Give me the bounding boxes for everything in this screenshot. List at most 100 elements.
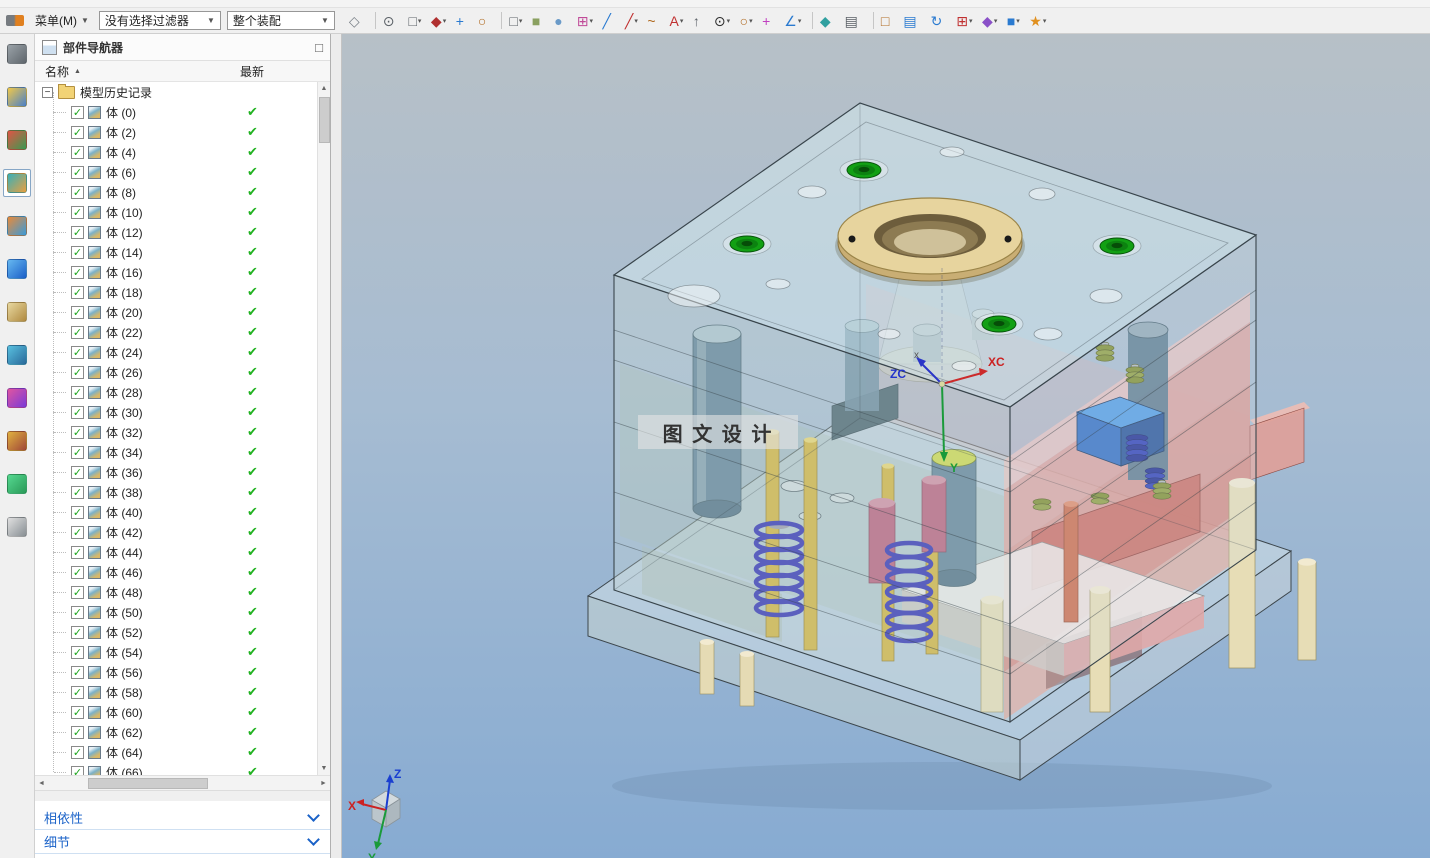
process-studio-icon[interactable] [3,341,31,369]
float-panel-button[interactable]: □ [315,41,323,54]
tree-row[interactable]: ✓ 体 (34) ✔ [35,442,317,462]
checkbox-checked-icon[interactable]: ✓ [71,286,84,299]
selection-filter-dropdown[interactable]: 没有选择过滤器 ▼ [99,11,221,30]
tree-row[interactable]: ✓ 体 (36) ✔ [35,462,317,482]
checkbox-checked-icon[interactable]: ✓ [71,206,84,219]
tree-row[interactable]: ✓ 体 (28) ✔ [35,382,317,402]
tree-row[interactable]: ✓ 体 (6) ✔ [35,162,317,182]
snap-enable-icon[interactable]: ⊙ [380,10,406,32]
tree-row[interactable]: ✓ 体 (20) ✔ [35,302,317,322]
line-icon[interactable]: ╱ [599,10,621,32]
checkbox-checked-icon[interactable]: ✓ [71,126,84,139]
checkbox-checked-icon[interactable]: ✓ [71,426,84,439]
assembly-navigator-icon[interactable] [3,83,31,111]
history-icon[interactable] [3,298,31,326]
checkbox-checked-icon[interactable]: ✓ [71,566,84,579]
vertical-scrollbar[interactable]: ▲ ▼ [317,82,330,775]
tree-row[interactable]: ✓ 体 (46) ✔ [35,562,317,582]
tree-row[interactable]: ✓ 体 (64) ✔ [35,742,317,762]
checkbox-checked-icon[interactable]: ✓ [71,686,84,699]
checkbox-checked-icon[interactable]: ✓ [71,466,84,479]
tree-row[interactable]: ✓ 体 (60) ✔ [35,702,317,722]
tree-row[interactable]: ✓ 体 (12) ✔ [35,222,317,242]
checkbox-checked-icon[interactable]: ✓ [71,366,84,379]
rect-select-icon[interactable]: □ ▾ [506,10,528,32]
constraint-navigator-icon[interactable] [3,126,31,154]
checkbox-checked-icon[interactable]: ✓ [71,326,84,339]
tree-row[interactable]: ✓ 体 (62) ✔ [35,722,317,742]
manufacturing-wizard-icon[interactable] [3,384,31,412]
tree-root-model-history[interactable]: − 模型历史记录 [35,82,317,102]
graphics-viewport[interactable]: ZC XC Y x Z X [342,34,1430,858]
collapse-expander-icon[interactable]: − [42,87,53,98]
curve-icon[interactable]: ~ [644,10,666,32]
scroll-left-button[interactable]: ◄ [35,777,48,790]
pattern-grid-icon[interactable]: ⊞ ▾ [574,10,600,32]
target-point-icon[interactable]: ⊙ ▾ [711,10,737,32]
checkbox-checked-icon[interactable]: ✓ [71,386,84,399]
mold-3d-model[interactable]: ZC XC Y x Z X [342,34,1430,858]
checkbox-checked-icon[interactable]: ✓ [71,646,84,659]
checkbox-checked-icon[interactable]: ✓ [71,526,84,539]
checkbox-checked-icon[interactable]: ✓ [71,606,84,619]
tree-row[interactable]: ✓ 体 (24) ✔ [35,342,317,362]
tree-row[interactable]: ✓ 体 (16) ✔ [35,262,317,282]
tree-row[interactable]: ✓ 体 (66) ✔ [35,762,317,775]
tree-row[interactable]: ✓ 体 (8) ✔ [35,182,317,202]
tree-row[interactable]: ✓ 体 (18) ✔ [35,282,317,302]
checkbox-checked-icon[interactable]: ✓ [71,586,84,599]
checkbox-checked-icon[interactable]: ✓ [71,146,84,159]
selection-scope-dropdown[interactable]: 整个装配 ▼ [227,11,335,30]
checkbox-checked-icon[interactable]: ✓ [71,446,84,459]
tree-row[interactable]: ✓ 体 (56) ✔ [35,662,317,682]
sketch-pencil-icon[interactable]: ╱ ▾ [622,10,644,32]
tree-row[interactable]: ✓ 体 (58) ✔ [35,682,317,702]
package-icon[interactable]: ■ ▾ [1004,10,1026,32]
tree-row[interactable]: ✓ 体 (4) ✔ [35,142,317,162]
plus-tool-icon[interactable]: + [759,10,781,32]
roles-icon[interactable] [3,427,31,455]
checkbox-checked-icon[interactable]: ✓ [71,186,84,199]
extrude-icon[interactable]: ■ [529,10,551,32]
tree-row[interactable]: ✓ 体 (48) ✔ [35,582,317,602]
sort-ascending-icon[interactable]: ▲ [74,68,81,75]
scroll-right-button[interactable]: ► [317,777,330,790]
menu-button[interactable]: 菜单(M) ▼ [28,10,96,31]
snap-endpoint-icon[interactable]: □ ▾ [405,10,427,32]
wizard-spark-icon[interactable]: ★ ▾ [1026,10,1053,32]
refresh-icon[interactable]: ↻ [928,10,954,32]
horizontal-scroll-track[interactable] [48,776,317,790]
tree-row[interactable]: ✓ 体 (14) ✔ [35,242,317,262]
part-navigator-icon[interactable] [3,169,31,197]
checkbox-checked-icon[interactable]: ✓ [71,166,84,179]
settings-gear-icon[interactable] [3,40,31,68]
tree-row[interactable]: ✓ 体 (0) ✔ [35,102,317,122]
checkbox-checked-icon[interactable]: ✓ [71,306,84,319]
text-style-icon[interactable]: A ▾ [667,10,690,32]
table-icon[interactable]: ⊞ ▾ [953,10,979,32]
checkbox-checked-icon[interactable]: ✓ [71,506,84,519]
touch-panel-icon[interactable] [3,513,31,541]
section-dependencies[interactable]: 相依性 [35,806,330,830]
horizontal-scrollbar[interactable]: ◄ ► [35,775,330,790]
checkbox-checked-icon[interactable]: ✓ [71,546,84,559]
checkbox-checked-icon[interactable]: ✓ [71,706,84,719]
checkbox-checked-icon[interactable]: ✓ [71,246,84,259]
circle-tool-icon[interactable]: ○ ▾ [737,10,759,32]
vertical-scroll-thumb[interactable] [319,97,330,143]
checkbox-checked-icon[interactable]: ✓ [71,266,84,279]
checkbox-checked-icon[interactable]: ✓ [71,406,84,419]
snap-intersection-icon[interactable]: + [453,10,475,32]
tree-row[interactable]: ✓ 体 (50) ✔ [35,602,317,622]
tree-row[interactable]: ✓ 体 (30) ✔ [35,402,317,422]
snap-midpoint-icon[interactable]: ◆ ▾ [428,10,453,32]
tree-row[interactable]: ✓ 体 (40) ✔ [35,502,317,522]
checkbox-checked-icon[interactable]: ✓ [71,346,84,359]
tree-row[interactable]: ✓ 体 (2) ✔ [35,122,317,142]
reuse-library-icon[interactable] [3,212,31,240]
window-cascade-icon[interactable]: □ [878,10,900,32]
panel-splitter[interactable] [331,34,342,858]
tree-row[interactable]: ✓ 体 (32) ✔ [35,422,317,442]
tree-row[interactable]: ✓ 体 (42) ✔ [35,522,317,542]
view-triad[interactable]: Z X Y [348,767,401,858]
